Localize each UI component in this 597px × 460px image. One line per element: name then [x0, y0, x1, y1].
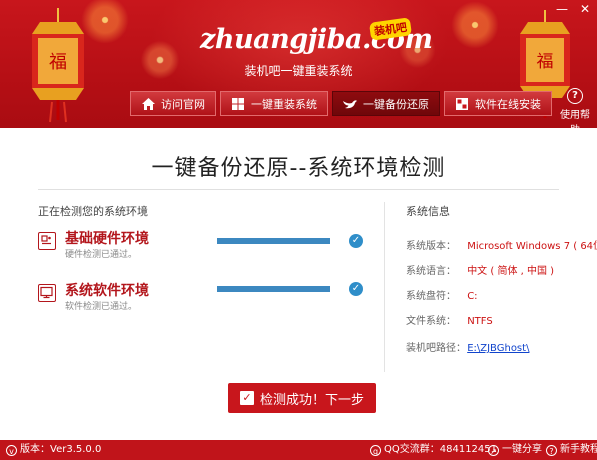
share-icon: ↗: [488, 444, 499, 456]
progress-bar-hardware: [217, 238, 330, 244]
info-value: 中文 ( 简体 , 中国 ): [467, 266, 555, 277]
software-icon: [38, 284, 56, 302]
version-info: v 版本：Ver3.5.0.0: [6, 440, 101, 460]
sysinfo-header: 系统信息: [406, 205, 450, 218]
main-nav: 访问官网 一键重装系统 一键备份还原 软件在线安装: [130, 91, 552, 116]
nav-item-backup-restore[interactable]: 一键备份还原: [332, 91, 440, 116]
version-text: 版本：Ver3.5.0.0: [20, 444, 102, 455]
help-button[interactable]: ? 使用帮助: [556, 88, 594, 128]
nav-label: 一键重装系统: [251, 97, 317, 111]
page-title: 一键备份还原--系统环境检测: [151, 156, 446, 181]
share-button[interactable]: ↗ 一键分享: [488, 440, 542, 460]
nav-label: 软件在线安装: [475, 97, 541, 111]
sysinfo-row-filesystem: 文件系统： NTFS: [406, 312, 493, 327]
next-step-label: 检测成功！下一步: [259, 392, 364, 408]
nav-item-official-site[interactable]: 访问官网: [130, 91, 216, 116]
header-banner: 福 福 — ✕ zhuangjiba.com 装机吧 装机吧一键重装系统 访问官…: [0, 0, 597, 128]
apps-icon: [455, 97, 469, 111]
info-label: 系统盘符：: [406, 291, 456, 302]
progress-bar-software: [217, 286, 330, 292]
info-value: NTFS: [467, 316, 493, 327]
check-status: 软件检测已通过。: [65, 302, 138, 312]
column-divider: [384, 202, 385, 372]
sysinfo-row-version: 系统版本： Microsoft Windows 7 ( 64位 ): [406, 237, 597, 252]
nav-item-reinstall[interactable]: 一键重装系统: [220, 91, 328, 116]
info-value: C:: [467, 291, 478, 302]
help-icon: ?: [567, 88, 583, 104]
qq-icon: q: [370, 444, 381, 456]
version-icon: v: [6, 444, 17, 456]
sysinfo-row-path: 装机吧路径： E:\ZJBGhost\: [406, 339, 529, 354]
nav-label: 一键备份还原: [363, 97, 429, 111]
hardware-icon: [38, 232, 56, 250]
nav-item-software-install[interactable]: 软件在线安装: [444, 91, 552, 116]
info-label: 系统语言：: [406, 266, 456, 277]
check-title: 系统软件环境: [65, 283, 149, 299]
firework-decoration: [440, 0, 510, 50]
sysinfo-row-language: 系统语言： 中文 ( 简体 , 中国 ): [406, 262, 554, 277]
install-path-link[interactable]: E:\ZJBGhost\: [467, 343, 529, 354]
check-status: 硬件检测已通过。: [65, 250, 138, 260]
info-label: 系统版本：: [406, 241, 456, 252]
progress-fill: [217, 286, 330, 292]
minimize-button[interactable]: —: [552, 0, 572, 18]
info-value: Microsoft Windows 7 ( 64位 ): [467, 241, 597, 252]
bird-icon: [343, 97, 357, 111]
info-label: 文件系统：: [406, 316, 456, 327]
check-ok-icon: ✓: [349, 234, 363, 248]
qq-text: QQ交流群：484112451: [384, 444, 498, 455]
close-button[interactable]: ✕: [575, 0, 595, 18]
detecting-header: 正在检测您的系统环境: [38, 205, 148, 218]
qq-group-link[interactable]: q QQ交流群：484112451: [370, 440, 497, 460]
sysinfo-row-drive: 系统盘符： C:: [406, 287, 478, 302]
guide-text: 新手教程: [560, 444, 597, 455]
checkbox-icon: ✓: [239, 391, 254, 405]
share-text: 一键分享: [502, 444, 542, 455]
info-label: 装机吧路径：: [406, 343, 466, 354]
progress-fill: [217, 238, 330, 244]
check-title: 基础硬件环境: [65, 231, 149, 247]
help-label: 使用帮助: [560, 110, 590, 128]
check-ok-icon: ✓: [349, 282, 363, 296]
help-icon: ?: [546, 444, 557, 456]
next-step-button[interactable]: ✓ 检测成功！下一步: [228, 383, 376, 413]
app-logo: zhuangjiba.com 装机吧: [200, 17, 433, 64]
nav-label: 访问官网: [161, 97, 205, 111]
divider: [38, 189, 559, 190]
status-bar: v 版本：Ver3.5.0.0 q QQ交流群：484112451 ↗ 一键分享…: [0, 440, 597, 460]
guide-button[interactable]: ? 新手教程: [546, 440, 597, 460]
app-subtitle: 装机吧一键重装系统: [244, 64, 353, 78]
windows-icon: [231, 97, 245, 111]
home-icon: [141, 97, 155, 111]
